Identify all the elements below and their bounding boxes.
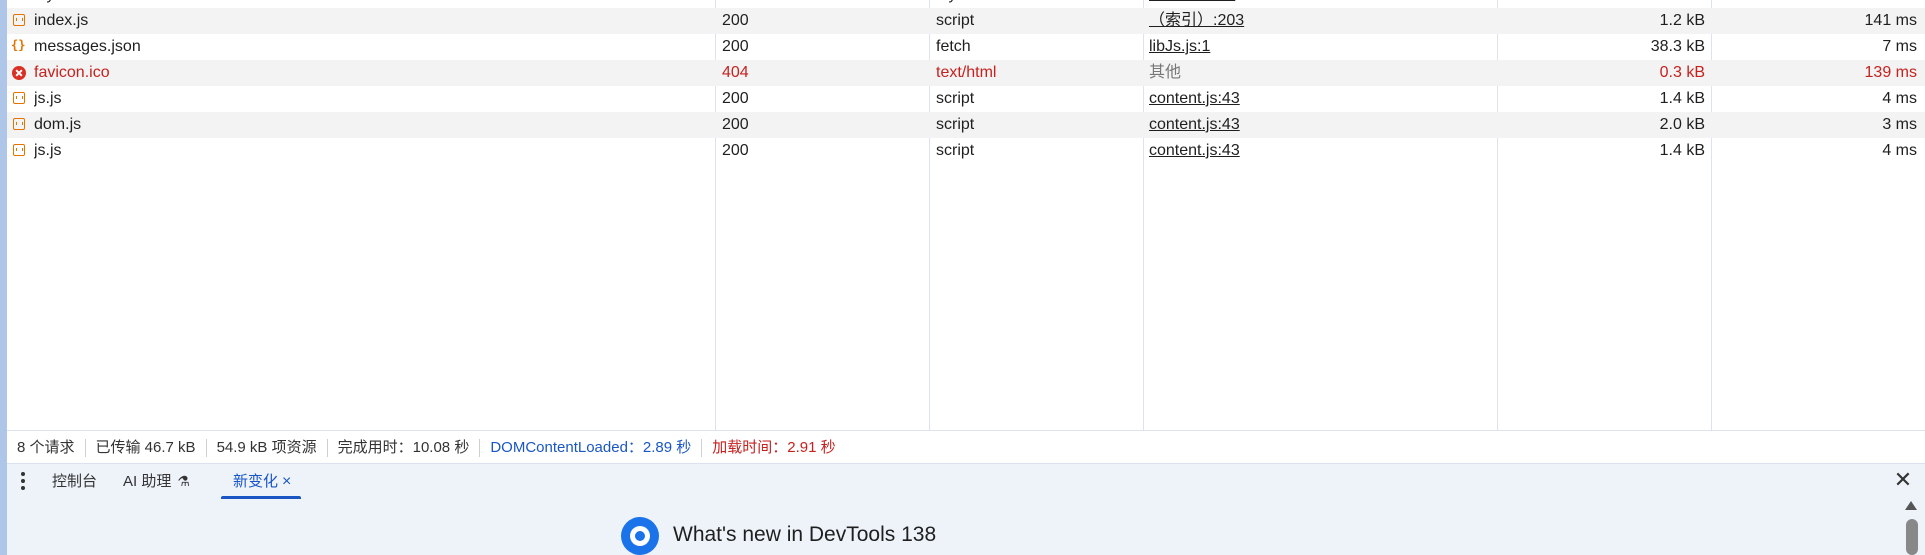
scroll-up-arrow-icon[interactable]: [1905, 501, 1917, 510]
js-file-icon: [13, 144, 25, 156]
request-initiator[interactable]: （索引）:13: [1149, 0, 1499, 8]
tab-ai-assistant[interactable]: AI 助理 ⚗: [123, 464, 190, 499]
flask-icon: ⚗: [177, 473, 190, 489]
chrome-logo-icon: [621, 517, 659, 555]
request-status: 200: [722, 0, 927, 8]
request-status: 404: [722, 64, 749, 81]
transferred-size: 已传输 46.7 kB: [86, 439, 207, 458]
request-name: favicon.ico: [34, 64, 110, 81]
table-row[interactable]: {} messages.json 200 fetch libJs.js:1 38.3 kB…: [7, 34, 1925, 60]
table-row[interactable]: js.js 200 script content.js:43 1.4 kB 4 ms: [7, 86, 1925, 112]
resources-size: 54.9 kB 项资源: [207, 439, 328, 458]
request-type: script: [936, 142, 975, 159]
request-name: messages.json: [34, 38, 141, 55]
table-row[interactable]: js.js 200 script content.js:43 1.4 kB 4 ms: [7, 138, 1925, 164]
request-name: js.js: [34, 142, 62, 159]
initiator-link[interactable]: （索引）:203: [1149, 12, 1244, 29]
scrollbar-thumb[interactable]: [1906, 519, 1918, 555]
request-size: 1.2 kB: [1659, 12, 1705, 29]
tab-ai-assistant-label: AI 助理: [123, 473, 172, 490]
tab-whats-new[interactable]: 新变化 ×: [221, 464, 302, 499]
table-row[interactable]: dom.js 200 script content.js:43 2.0 kB 3 ms: [7, 112, 1925, 138]
request-type: text/html: [936, 64, 997, 81]
table-row[interactable]: stylesheet200stylesheet（索引）:130.5 kB144 …: [7, 0, 1925, 8]
table-row[interactable]: index.js 200 script （索引）:203 1.2 kB 141 ms: [7, 8, 1925, 34]
error-icon: [12, 66, 26, 80]
initiator-link[interactable]: libJs.js:1: [1149, 38, 1210, 55]
request-size: 38.3 kB: [1650, 38, 1705, 55]
close-drawer-icon[interactable]: ✕: [1893, 469, 1913, 491]
drawer-tab-bar: 控制台 AI 助理 ⚗ 新变化 × ✕: [7, 463, 1925, 500]
initiator-link[interactable]: content.js:43: [1149, 90, 1240, 107]
tab-whats-new-label: 新变化: [233, 473, 279, 490]
finish-time: 完成用时：10.08 秒: [328, 439, 481, 458]
tab-console-label: 控制台: [52, 473, 98, 490]
request-status: 200: [722, 38, 749, 55]
request-initiator[interactable]: content.js:43: [1149, 112, 1499, 138]
dom-content-loaded: DOMContentLoaded：2.89 秒: [480, 439, 703, 458]
request-time: 139 ms: [1864, 64, 1917, 81]
request-type: script: [936, 90, 975, 107]
request-size: 1.4 kB: [1659, 142, 1705, 159]
request-type: script: [936, 116, 975, 133]
more-options-icon[interactable]: [21, 472, 25, 490]
js-file-icon: [13, 118, 25, 130]
request-time: 4 ms: [1882, 142, 1917, 159]
request-size: 0.5 kB: [1501, 0, 1705, 8]
network-request-table: stylesheet200stylesheet（索引）:130.5 kB144 …: [7, 0, 1925, 430]
request-status: 200: [722, 90, 749, 107]
whats-new-title: What's new in DevTools 138: [673, 523, 937, 546]
close-tab-icon[interactable]: ×: [282, 473, 291, 490]
request-status: 200: [722, 142, 749, 159]
js-file-icon: [13, 92, 25, 104]
left-edge: [0, 0, 7, 555]
request-initiator[interactable]: （索引）:203: [1149, 8, 1499, 34]
request-time: 4 ms: [1882, 90, 1917, 107]
request-time: 141 ms: [1864, 12, 1917, 29]
request-initiator[interactable]: content.js:43: [1149, 86, 1499, 112]
status-bar: 8 个请求 已传输 46.7 kB 54.9 kB 项资源 完成用时：10.08 秒D…: [7, 430, 1925, 464]
request-time: 3 ms: [1882, 116, 1917, 133]
request-name: js.js: [34, 90, 62, 107]
request-name: index.js: [34, 12, 89, 29]
initiator-link[interactable]: （索引）:13: [1149, 0, 1235, 3]
request-status: 200: [722, 12, 749, 29]
whats-new-panel: What's new in DevTools 138: [7, 499, 1925, 555]
table-row[interactable]: favicon.ico 404 text/html 其他 0.3 kB 139 ms: [7, 60, 1925, 86]
request-time: 7 ms: [1882, 38, 1917, 55]
request-time: 144 ms: [1713, 0, 1917, 8]
js-file-icon: [13, 14, 25, 26]
request-initiator[interactable]: libJs.js:1: [1149, 34, 1499, 60]
request-type: fetch: [936, 38, 971, 55]
json-file-icon: {}: [11, 38, 26, 52]
request-size: 1.4 kB: [1659, 90, 1705, 107]
request-name: stylesheet: [34, 0, 719, 8]
request-count: 8 个请求: [7, 439, 86, 458]
request-size: 2.0 kB: [1659, 116, 1705, 133]
request-initiator[interactable]: 其他: [1149, 60, 1499, 86]
tab-console[interactable]: 控制台: [52, 464, 97, 499]
request-status: 200: [722, 116, 749, 133]
request-initiator[interactable]: content.js:43: [1149, 138, 1499, 164]
request-type: stylesheet: [936, 0, 1141, 8]
request-size: 0.3 kB: [1659, 64, 1705, 81]
initiator-link[interactable]: content.js:43: [1149, 142, 1240, 159]
load-time: 加载时间：2.91 秒: [712, 439, 836, 457]
request-type: script: [936, 12, 975, 29]
request-name: dom.js: [34, 116, 82, 133]
initiator-link[interactable]: content.js:43: [1149, 116, 1240, 133]
